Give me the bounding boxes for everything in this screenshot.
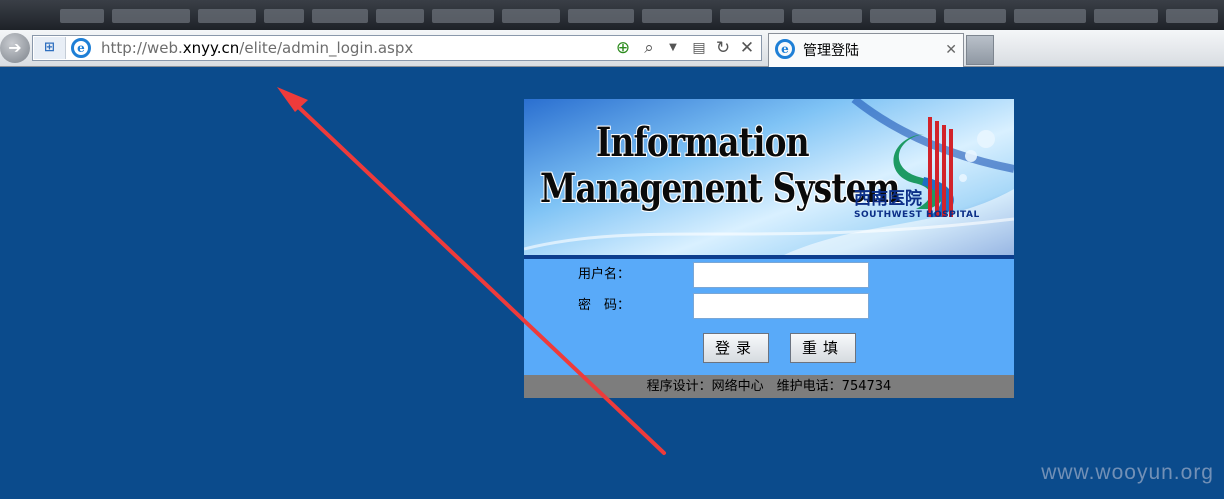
compatibility-view-icon[interactable]: ⊞	[34, 37, 66, 59]
taskbar-item[interactable]	[112, 9, 190, 23]
search-icon[interactable]: ⌕	[639, 37, 659, 59]
back-arrow-icon[interactable]: ➔	[0, 33, 30, 63]
compat-page-icon[interactable]: ▤	[689, 37, 709, 59]
dropdown-chevron-icon[interactable]: ▼	[663, 37, 683, 59]
taskbar-item[interactable]	[1166, 9, 1218, 23]
login-banner: Information Managenent System 西南医院 SOUTH…	[524, 99, 1014, 255]
login-button[interactable]: 登录	[703, 333, 769, 363]
login-panel: Information Managenent System 西南医院 SOUTH…	[524, 99, 1014, 398]
browser-toolbar: ➔ ⊞ e http://web.xnyy.cn/elite/admin_log…	[0, 30, 1224, 67]
banner-title-line2: Managenent System	[540, 165, 900, 212]
stop-icon[interactable]: ✕	[737, 37, 757, 59]
username-label: 用户名：	[578, 267, 631, 282]
password-label: 密 码：	[578, 298, 631, 313]
taskbar-item[interactable]	[502, 9, 560, 23]
url-host: xnyy.cn	[182, 39, 240, 57]
url-text[interactable]: http://web.xnyy.cn/elite/admin_login.asp…	[101, 39, 413, 57]
ie-logo-icon: e	[71, 38, 91, 58]
taskbar-item[interactable]	[1014, 9, 1086, 23]
taskbar	[0, 0, 1224, 30]
taskbar-item[interactable]	[60, 9, 104, 23]
login-form: 用户名： 密 码： 登录 重填	[524, 259, 1014, 375]
add-search-icon[interactable]: ⊕	[613, 37, 633, 59]
taskbar-item[interactable]	[1094, 9, 1158, 23]
username-field[interactable]	[693, 262, 869, 288]
password-field[interactable]	[693, 293, 869, 319]
taskbar-item[interactable]	[944, 9, 1006, 23]
tab-title: 管理登陆	[803, 43, 859, 59]
url-prefix: http://web.	[101, 39, 183, 57]
taskbar-item[interactable]	[198, 9, 256, 23]
taskbar-item[interactable]	[870, 9, 936, 23]
taskbar-item[interactable]	[264, 9, 304, 23]
tab-admin-login[interactable]: e 管理登陆 ✕	[768, 33, 964, 67]
taskbar-item[interactable]	[720, 9, 784, 23]
footer-info: 程序设计：网络中心 维护电话：754734	[524, 375, 1014, 398]
taskbar-item[interactable]	[568, 9, 634, 23]
banner-title-line1: Information	[596, 119, 810, 166]
url-path: /elite/admin_login.aspx	[239, 39, 414, 57]
watermark: www.wooyun.org	[1041, 461, 1214, 484]
close-icon[interactable]: ✕	[945, 41, 957, 59]
taskbar-item[interactable]	[376, 9, 424, 23]
reset-button[interactable]: 重填	[790, 333, 856, 363]
refresh-icon[interactable]: ↻	[713, 37, 733, 59]
taskbar-item[interactable]	[642, 9, 712, 23]
hospital-name-cn: 西南医院	[854, 189, 922, 209]
ie-tab-icon: e	[775, 39, 795, 59]
taskbar-item[interactable]	[792, 9, 862, 23]
new-tab-button[interactable]	[966, 35, 994, 65]
taskbar-item[interactable]	[312, 9, 368, 23]
address-bar[interactable]: ⊞ e http://web.xnyy.cn/elite/admin_login…	[32, 35, 762, 61]
taskbar-item[interactable]	[432, 9, 494, 23]
hospital-name-en: SOUTHWEST HOSPITAL	[854, 210, 980, 220]
